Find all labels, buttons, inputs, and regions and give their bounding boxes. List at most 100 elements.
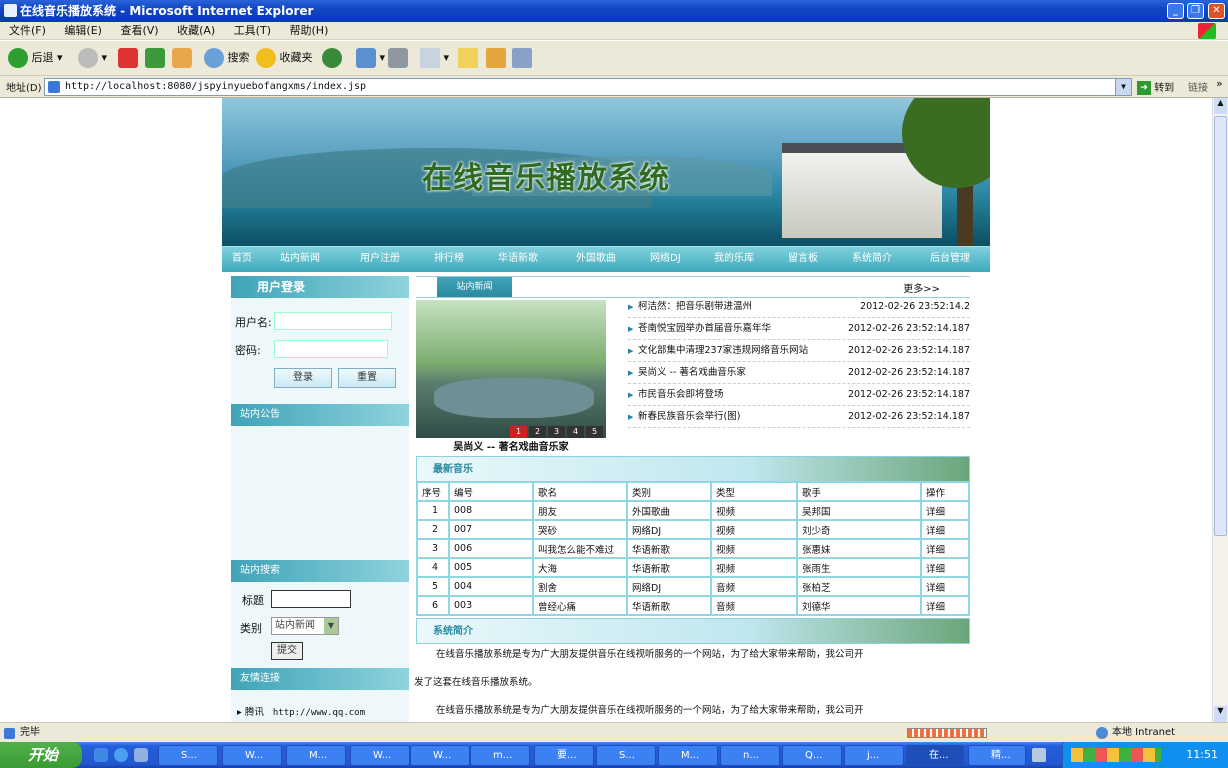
search-title-input[interactable] [271,590,351,608]
nav-my-library[interactable]: 我的乐库 [714,247,754,271]
news-item[interactable]: ▶ 文化部集中清理237家违规网络音乐网站 2012-02-26 23:52:14.… [628,340,970,362]
table-row: 5 004 割舍 网络DJ 音频 张柏芝 详细 [416,576,970,597]
taskbar-button[interactable]: S... [596,745,656,766]
messenger-button[interactable] [512,47,532,69]
links-toolbar[interactable]: 链接 [1188,79,1208,94]
taskbar-button-active[interactable]: 在... [906,745,964,766]
address-input[interactable]: http://localhost:8080/jspyinyuebofangxms… [44,78,1132,96]
news-more-link[interactable]: 更多>> [903,280,940,295]
discuss-button[interactable] [458,47,478,69]
page-viewport: 在线音乐播放系统 首页 站内新闻 用户注册 排行榜 华语新歌 外国歌曲 网络DJ… [0,98,1212,722]
research-button[interactable] [486,47,506,69]
taskbar-button[interactable]: W... [222,745,282,766]
taskbar-button[interactable]: Q... [782,745,842,766]
slide-page-3[interactable]: 3 [548,426,565,438]
news-slideshow[interactable]: 1 2 3 4 5 [416,300,606,438]
quicklaunch-app-icon[interactable] [134,748,148,762]
menu-favorites[interactable]: 收藏(A) [177,24,215,37]
search-category-label: 类别 [240,622,262,635]
taskbar-button[interactable]: S... [158,745,218,766]
mail-button[interactable]: ▾ [356,47,385,69]
nav-guestbook[interactable]: 留言板 [788,247,818,271]
edit-button[interactable]: ▾ [420,47,449,69]
reset-button[interactable]: 重置 [338,368,396,388]
nav-chinese-songs[interactable]: 华语新歌 [498,247,538,271]
back-button[interactable]: 后退 ▾ [8,47,63,69]
window-titlebar: 在线音乐播放系统 - Microsoft Internet Explorer _… [0,0,1228,22]
nav-about[interactable]: 系统简介 [852,247,892,271]
search-category-select[interactable]: 站内新闻 ▼ [271,617,339,635]
close-button[interactable]: ✕ [1208,3,1225,19]
menu-tools[interactable]: 工具(T) [234,24,271,37]
nav-dj[interactable]: 网络DJ [650,247,681,271]
nav-register[interactable]: 用户注册 [360,247,400,271]
col-type: 类型 [710,481,798,502]
forward-button[interactable]: ▾ [78,47,107,69]
username-input[interactable] [274,312,392,330]
favorites-button[interactable]: 收藏夹 [256,47,313,69]
slide-page-4[interactable]: 4 [567,426,584,438]
chevron-right-icon[interactable]: » [1216,77,1223,90]
news-item[interactable]: ▶ 柯洁然：把音乐剧带进温州 2012-02-26 23:52:14.2 [628,296,970,318]
menu-view[interactable]: 查看(V) [120,24,158,37]
taskbar-keyboard-icon[interactable] [1032,748,1046,762]
quicklaunch-desktop-icon[interactable] [94,748,108,762]
news-item[interactable]: ▶ 市民音乐会即将登场 2012-02-26 23:52:14.187 [628,384,970,406]
nav-admin[interactable]: 后台管理 [930,247,970,271]
taskbar-button[interactable]: W... [410,745,470,766]
menu-edit[interactable]: 编辑(E) [64,24,102,37]
friend-link-item[interactable]: ▸ 腾讯 http://www.qq.com [237,704,365,718]
search-button[interactable]: 搜索 [204,47,250,69]
detail-link[interactable]: 详细 [920,519,970,540]
search-icon [204,48,224,68]
col-song: 歌名 [532,481,628,502]
col-code: 编号 [448,481,534,502]
news-item[interactable]: ▶ 吴尚义 -- 著名戏曲音乐家 2012-02-26 23:52:14.187 [628,362,970,384]
detail-link[interactable]: 详细 [920,576,970,597]
news-item[interactable]: ▶ 新春民族音乐会举行(图) 2012-02-26 23:52:14.187 [628,406,970,428]
detail-link[interactable]: 详细 [920,595,970,616]
address-dropdown-icon[interactable]: ▼ [1115,79,1131,95]
restore-button[interactable]: ❐ [1187,3,1204,19]
search-submit-button[interactable]: 提交 [271,642,303,660]
slide-page-5[interactable]: 5 [586,426,603,438]
print-button[interactable] [388,47,408,69]
menu-help[interactable]: 帮助(H) [290,24,329,37]
tray-icons[interactable] [1071,748,1161,762]
password-input[interactable] [274,340,388,358]
news-item[interactable]: ▶ 苍南悦宝园举办首届音乐嘉年华 2012-02-26 23:52:14.187 [628,318,970,340]
scrollbar-thumb[interactable] [1214,116,1227,536]
nav-ranking[interactable]: 排行榜 [434,247,464,271]
nav-news[interactable]: 站内新闻 [280,247,320,271]
scroll-down-icon[interactable]: ▼ [1214,706,1227,722]
detail-link[interactable]: 详细 [920,557,970,578]
quicklaunch-ie-icon[interactable] [114,748,128,762]
home-button[interactable] [172,47,192,69]
minimize-button[interactable]: _ [1167,3,1184,19]
taskbar-button[interactable]: m... [470,745,530,766]
news-tab[interactable]: 站内新闻 [437,277,512,297]
stop-button[interactable] [118,47,138,69]
taskbar-button[interactable]: M... [658,745,718,766]
taskbar-button[interactable]: j... [844,745,904,766]
slide-page-1[interactable]: 1 [510,426,527,438]
zone-label: 本地 Intranet [1112,727,1176,738]
detail-link[interactable]: 详细 [920,538,970,559]
taskbar-button[interactable]: W... [350,745,410,766]
login-button[interactable]: 登录 [274,368,332,388]
taskbar-button[interactable]: 精... [968,745,1026,766]
refresh-button[interactable] [145,47,165,69]
taskbar-button[interactable]: 要... [534,745,594,766]
taskbar-button[interactable]: M... [286,745,346,766]
nav-foreign-songs[interactable]: 外国歌曲 [576,247,616,271]
taskbar-button[interactable]: n... [720,745,780,766]
go-button[interactable]: ➜ 转到 [1137,79,1174,95]
menu-file[interactable]: 文件(F) [9,24,46,37]
vertical-scrollbar[interactable]: ▲ ▼ [1212,98,1228,722]
slide-page-2[interactable]: 2 [529,426,546,438]
start-button[interactable]: 开始 [0,742,82,768]
scroll-up-icon[interactable]: ▲ [1214,98,1227,114]
nav-home[interactable]: 首页 [232,247,252,271]
detail-link[interactable]: 详细 [920,500,970,521]
media-button[interactable] [322,47,342,69]
